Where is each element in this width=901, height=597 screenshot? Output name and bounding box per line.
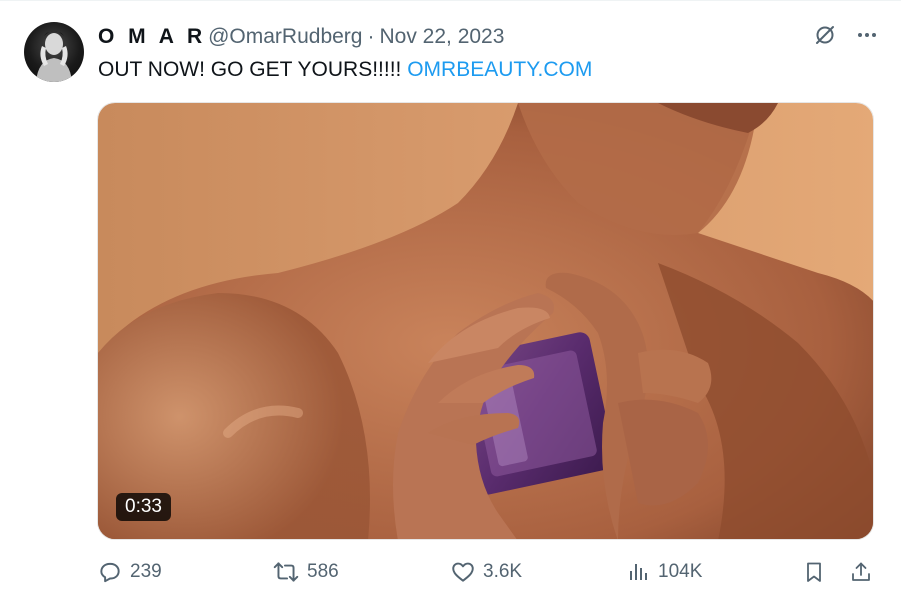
- more-icon[interactable]: [855, 23, 879, 47]
- views-button[interactable]: 104K: [627, 559, 702, 585]
- share-icon: [849, 559, 873, 585]
- video-frame: [98, 103, 873, 539]
- tweet-text: OUT NOW! GO GET YOURS!!!!! OMRBEAUTY.COM: [98, 57, 592, 83]
- grok-icon[interactable]: [813, 23, 837, 47]
- like-count: 3.6K: [483, 561, 523, 582]
- views-icon: [627, 559, 651, 585]
- reply-button[interactable]: 239: [97, 559, 162, 585]
- share-button[interactable]: [849, 559, 873, 585]
- video-player[interactable]: 0:33: [97, 102, 874, 540]
- action-bar: 239 586 3.6K 104K: [97, 559, 877, 591]
- like-button[interactable]: 3.6K: [450, 559, 522, 585]
- bookmark-icon: [802, 559, 826, 585]
- heart-icon: [450, 559, 476, 585]
- views-count: 104K: [658, 561, 703, 582]
- handle[interactable]: @OmarRudberg: [208, 25, 362, 49]
- avatar[interactable]: [24, 22, 84, 82]
- tweet-link[interactable]: OMRBEAUTY.COM: [407, 58, 592, 81]
- repost-count: 586: [307, 561, 339, 582]
- reply-icon: [97, 559, 123, 585]
- repost-icon: [272, 559, 300, 585]
- reply-count: 239: [130, 561, 162, 582]
- tweet-header: O M A R @OmarRudberg · Nov 22, 2023: [98, 23, 504, 51]
- tweet-body: OUT NOW! GO GET YOURS!!!!!: [98, 58, 408, 81]
- tweet[interactable]: O M A R @OmarRudberg · Nov 22, 2023 OUT …: [0, 0, 901, 597]
- tweet-date[interactable]: Nov 22, 2023: [379, 25, 504, 49]
- separator-dot: ·: [367, 25, 375, 48]
- repost-button[interactable]: 586: [272, 559, 339, 585]
- bookmark-button[interactable]: [802, 559, 826, 585]
- video-duration: 0:33: [116, 493, 171, 521]
- top-actions: [813, 23, 879, 47]
- display-name[interactable]: O M A R: [98, 25, 206, 49]
